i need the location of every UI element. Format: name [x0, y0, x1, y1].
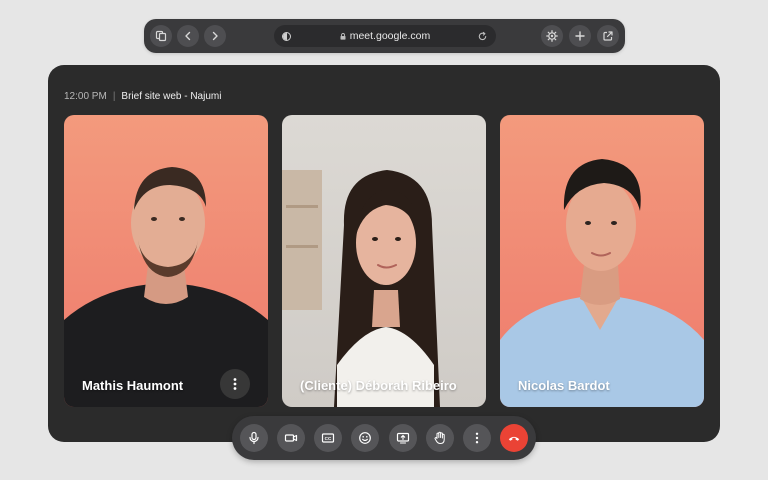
url-text: meet.google.com [349, 30, 431, 42]
participant-video-nicolas [500, 159, 704, 407]
captions-icon[interactable]: CC [314, 424, 343, 452]
forward-icon[interactable] [204, 25, 226, 47]
meet-window: 12:00 PM | Brief site web - Najumi Mathi… [48, 65, 720, 442]
meeting-title: Brief site web - Najumi [121, 91, 222, 102]
lock-icon [340, 32, 346, 40]
camera-icon[interactable] [277, 424, 306, 452]
emoji-icon[interactable] [351, 424, 380, 452]
participant-tile-deborah[interactable]: (Cliente) Déborah Ribeiro [282, 115, 486, 407]
meeting-header: 12:00 PM | Brief site web - Najumi [64, 91, 221, 102]
microphone-icon[interactable] [240, 424, 268, 452]
new-tab-icon[interactable] [569, 25, 591, 47]
reload-icon[interactable] [477, 31, 488, 42]
tab-overview-icon[interactable] [150, 25, 172, 47]
settings-icon[interactable] [541, 25, 563, 47]
participant-more-icon[interactable] [220, 369, 250, 399]
header-separator: | [112, 91, 116, 102]
meeting-time: 12:00 PM [64, 91, 107, 102]
participant-tile-mathis[interactable]: Mathis Haumont [64, 115, 268, 407]
participant-video-mathis [64, 167, 268, 407]
svg-text:CC: CC [325, 436, 332, 441]
participant-tile-nicolas[interactable]: Nicolas Bardot [500, 115, 704, 407]
present-screen-icon[interactable] [388, 424, 417, 452]
participant-video-deborah [282, 170, 440, 407]
raise-hand-icon[interactable] [425, 424, 454, 452]
call-controls: CC [232, 416, 536, 460]
share-icon[interactable] [597, 25, 619, 47]
back-icon[interactable] [177, 25, 199, 47]
participant-name: (Cliente) Déborah Ribeiro [300, 378, 457, 393]
participant-name: Nicolas Bardot [518, 378, 610, 393]
browser-toolbar: meet.google.com [144, 19, 625, 53]
participant-name: Mathis Haumont [82, 378, 184, 393]
end-call-icon[interactable] [499, 424, 528, 452]
more-options-icon[interactable] [462, 424, 491, 452]
privacy-shield-icon[interactable] [282, 31, 291, 41]
address-bar[interactable]: meet.google.com [274, 25, 496, 47]
